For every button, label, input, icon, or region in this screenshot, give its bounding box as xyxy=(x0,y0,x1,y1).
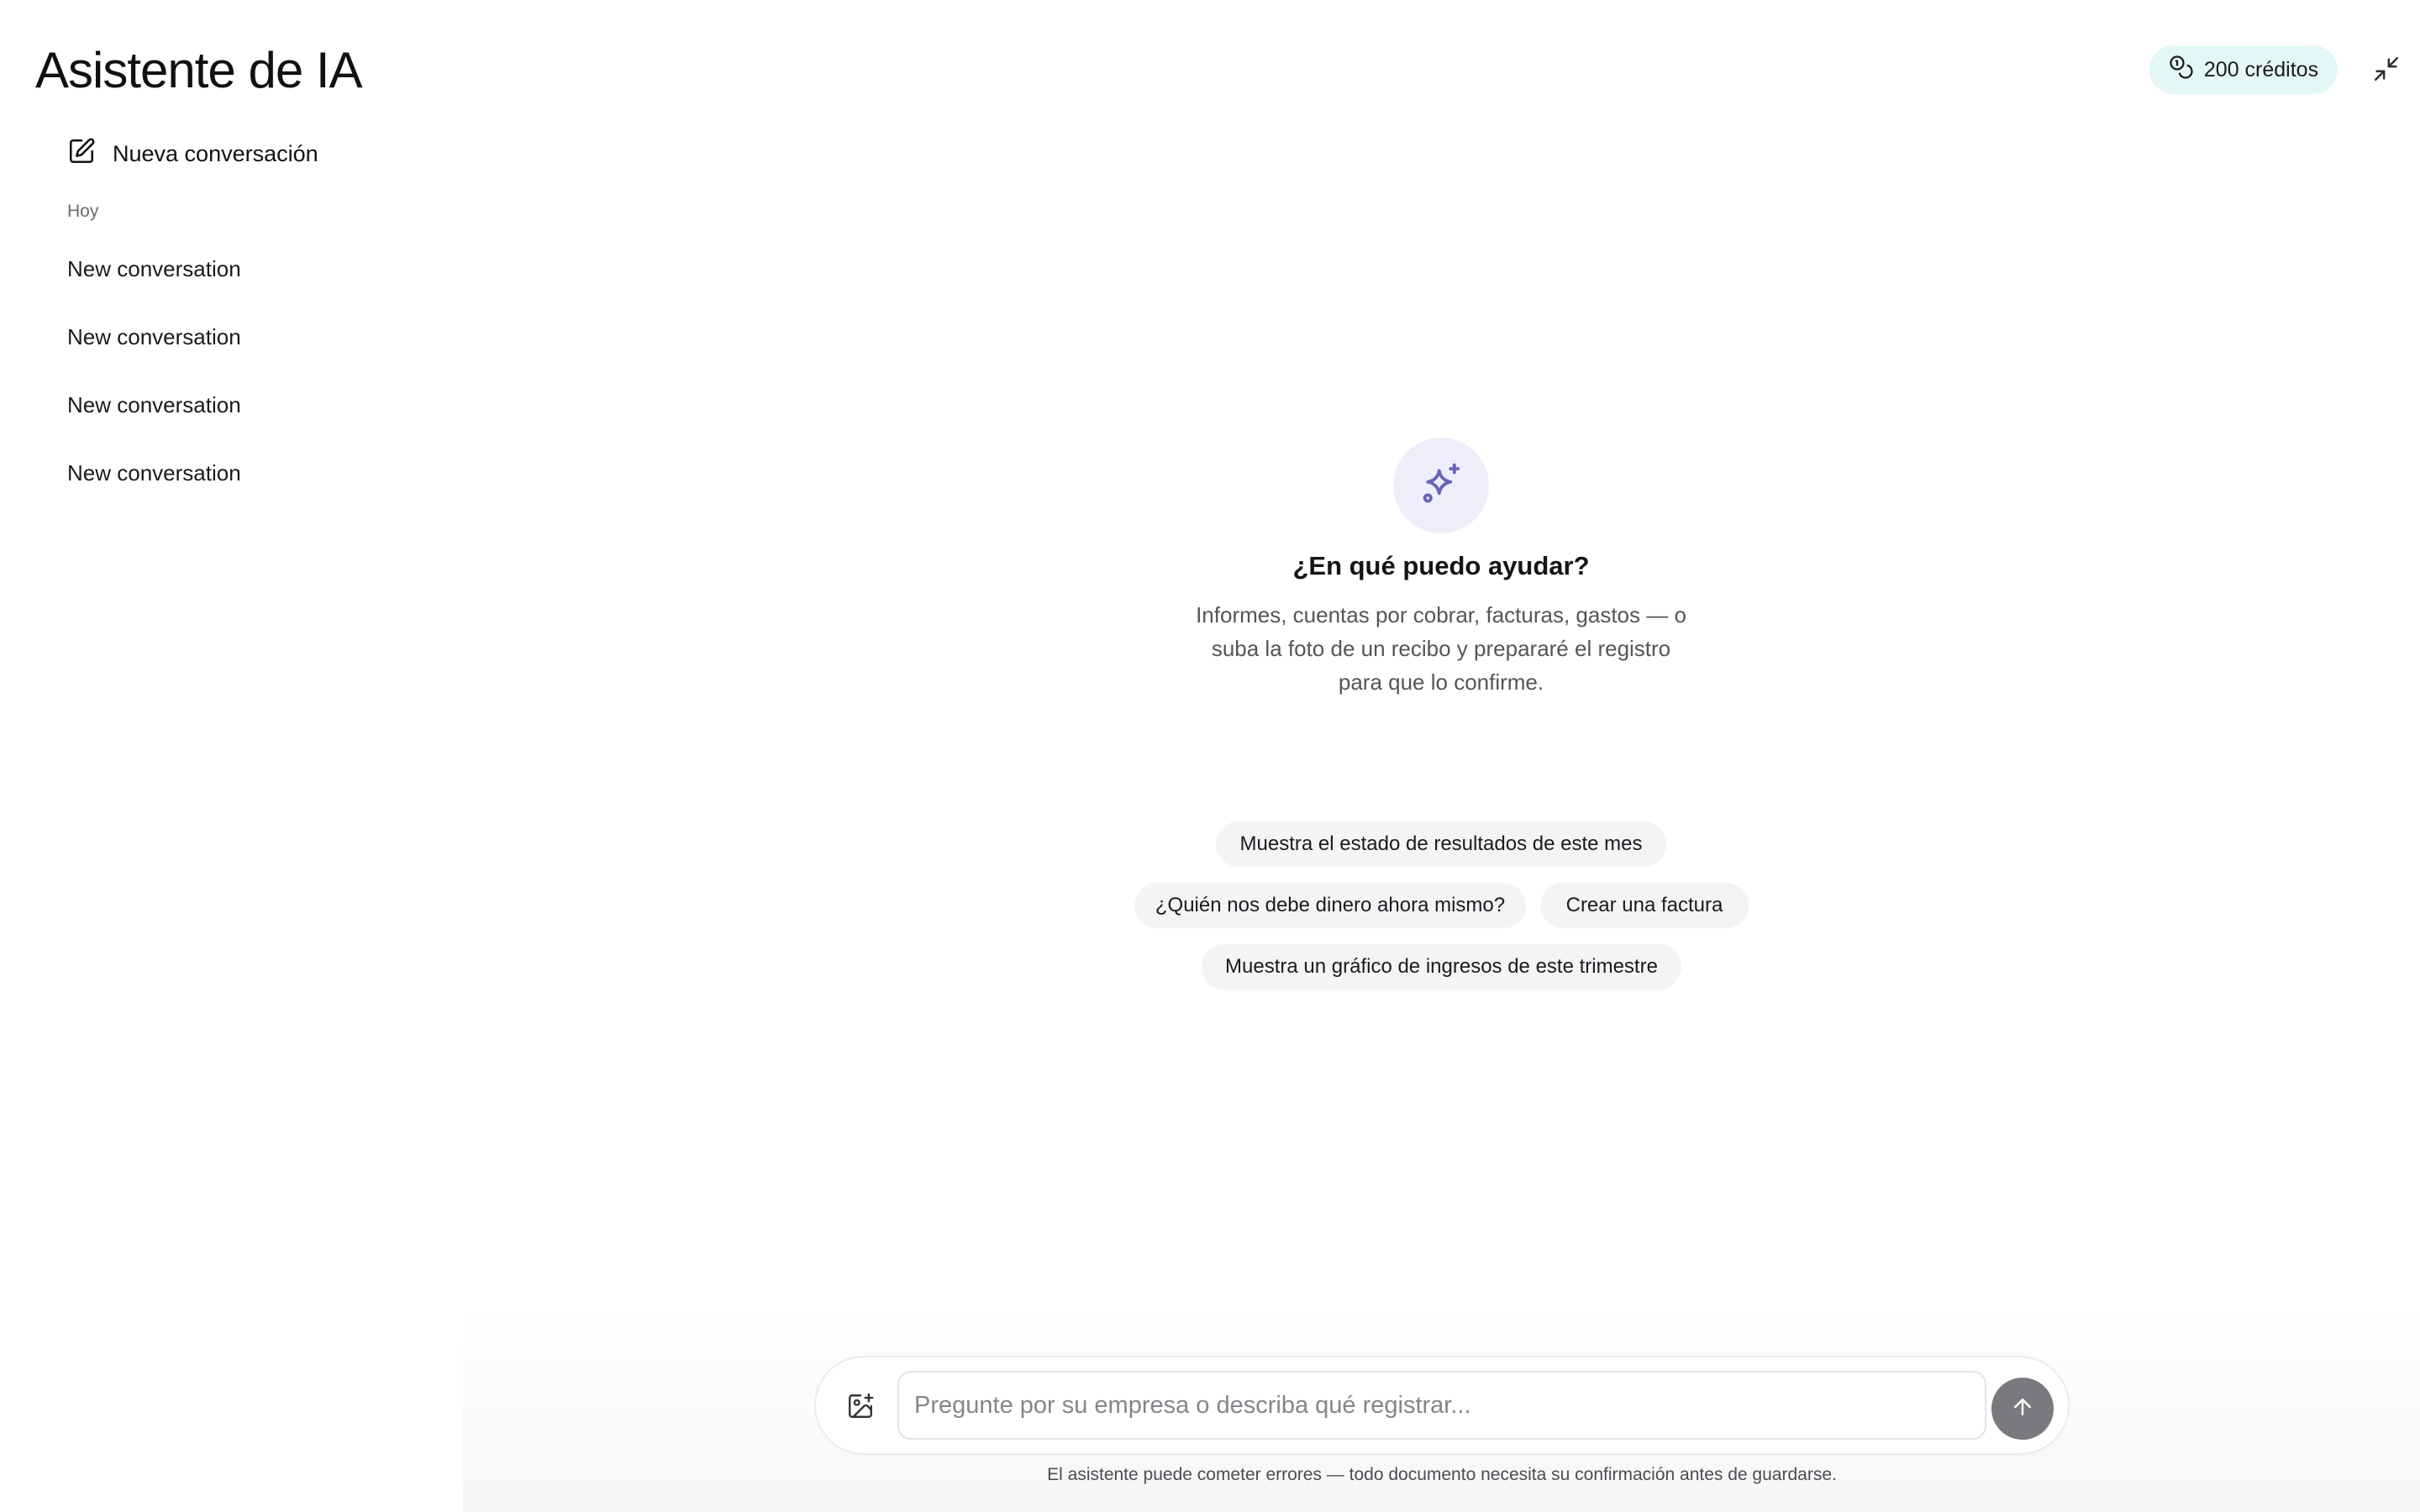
sparkles-icon xyxy=(1418,461,1464,511)
new-conversation-button[interactable]: Nueva conversación xyxy=(67,134,318,173)
hero-subheading: Informes, cuentas por cobrar, facturas, … xyxy=(1196,602,1686,695)
hero-badge xyxy=(1393,438,1489,533)
attach-image-button[interactable] xyxy=(842,1389,879,1426)
message-input[interactable] xyxy=(897,1371,1986,1440)
credits-badge[interactable]: 200 créditos xyxy=(2149,45,2338,94)
suggestion-chip[interactable]: ¿Quién nos debe dinero ahora mismo? xyxy=(1134,883,1526,928)
image-plus-icon xyxy=(846,1392,875,1425)
new-conversation-label: Nueva conversación xyxy=(113,140,318,166)
app-title: Asistente de IA xyxy=(35,42,363,98)
suggestion-chip[interactable]: Muestra el estado de resultados de este … xyxy=(1216,822,1666,867)
conversation-item[interactable]: New conversation xyxy=(67,252,241,286)
credits-label: 200 créditos xyxy=(2203,57,2319,81)
suggestion-chip[interactable]: Muestra un gráfico de ingresos de este t… xyxy=(1202,944,1681,990)
edit-icon xyxy=(67,137,96,171)
suggestion-chip[interactable]: Crear una factura xyxy=(1540,883,1749,928)
section-label-today: Hoy xyxy=(67,202,99,221)
disclaimer-text: El asistente puede cometer errores — tod… xyxy=(1047,1465,1837,1484)
collapse-button[interactable] xyxy=(2368,52,2405,89)
conversation-item[interactable]: New conversation xyxy=(67,320,241,354)
hero-heading: ¿En qué puedo ayudar? xyxy=(1292,551,1590,580)
send-button[interactable] xyxy=(1991,1378,2054,1440)
conversation-item[interactable]: New conversation xyxy=(67,456,241,490)
arrow-up-icon xyxy=(2010,1394,2035,1424)
conversation-item[interactable]: New conversation xyxy=(67,388,241,422)
minimize-icon xyxy=(2372,55,2401,87)
coins-icon xyxy=(2169,55,2194,86)
